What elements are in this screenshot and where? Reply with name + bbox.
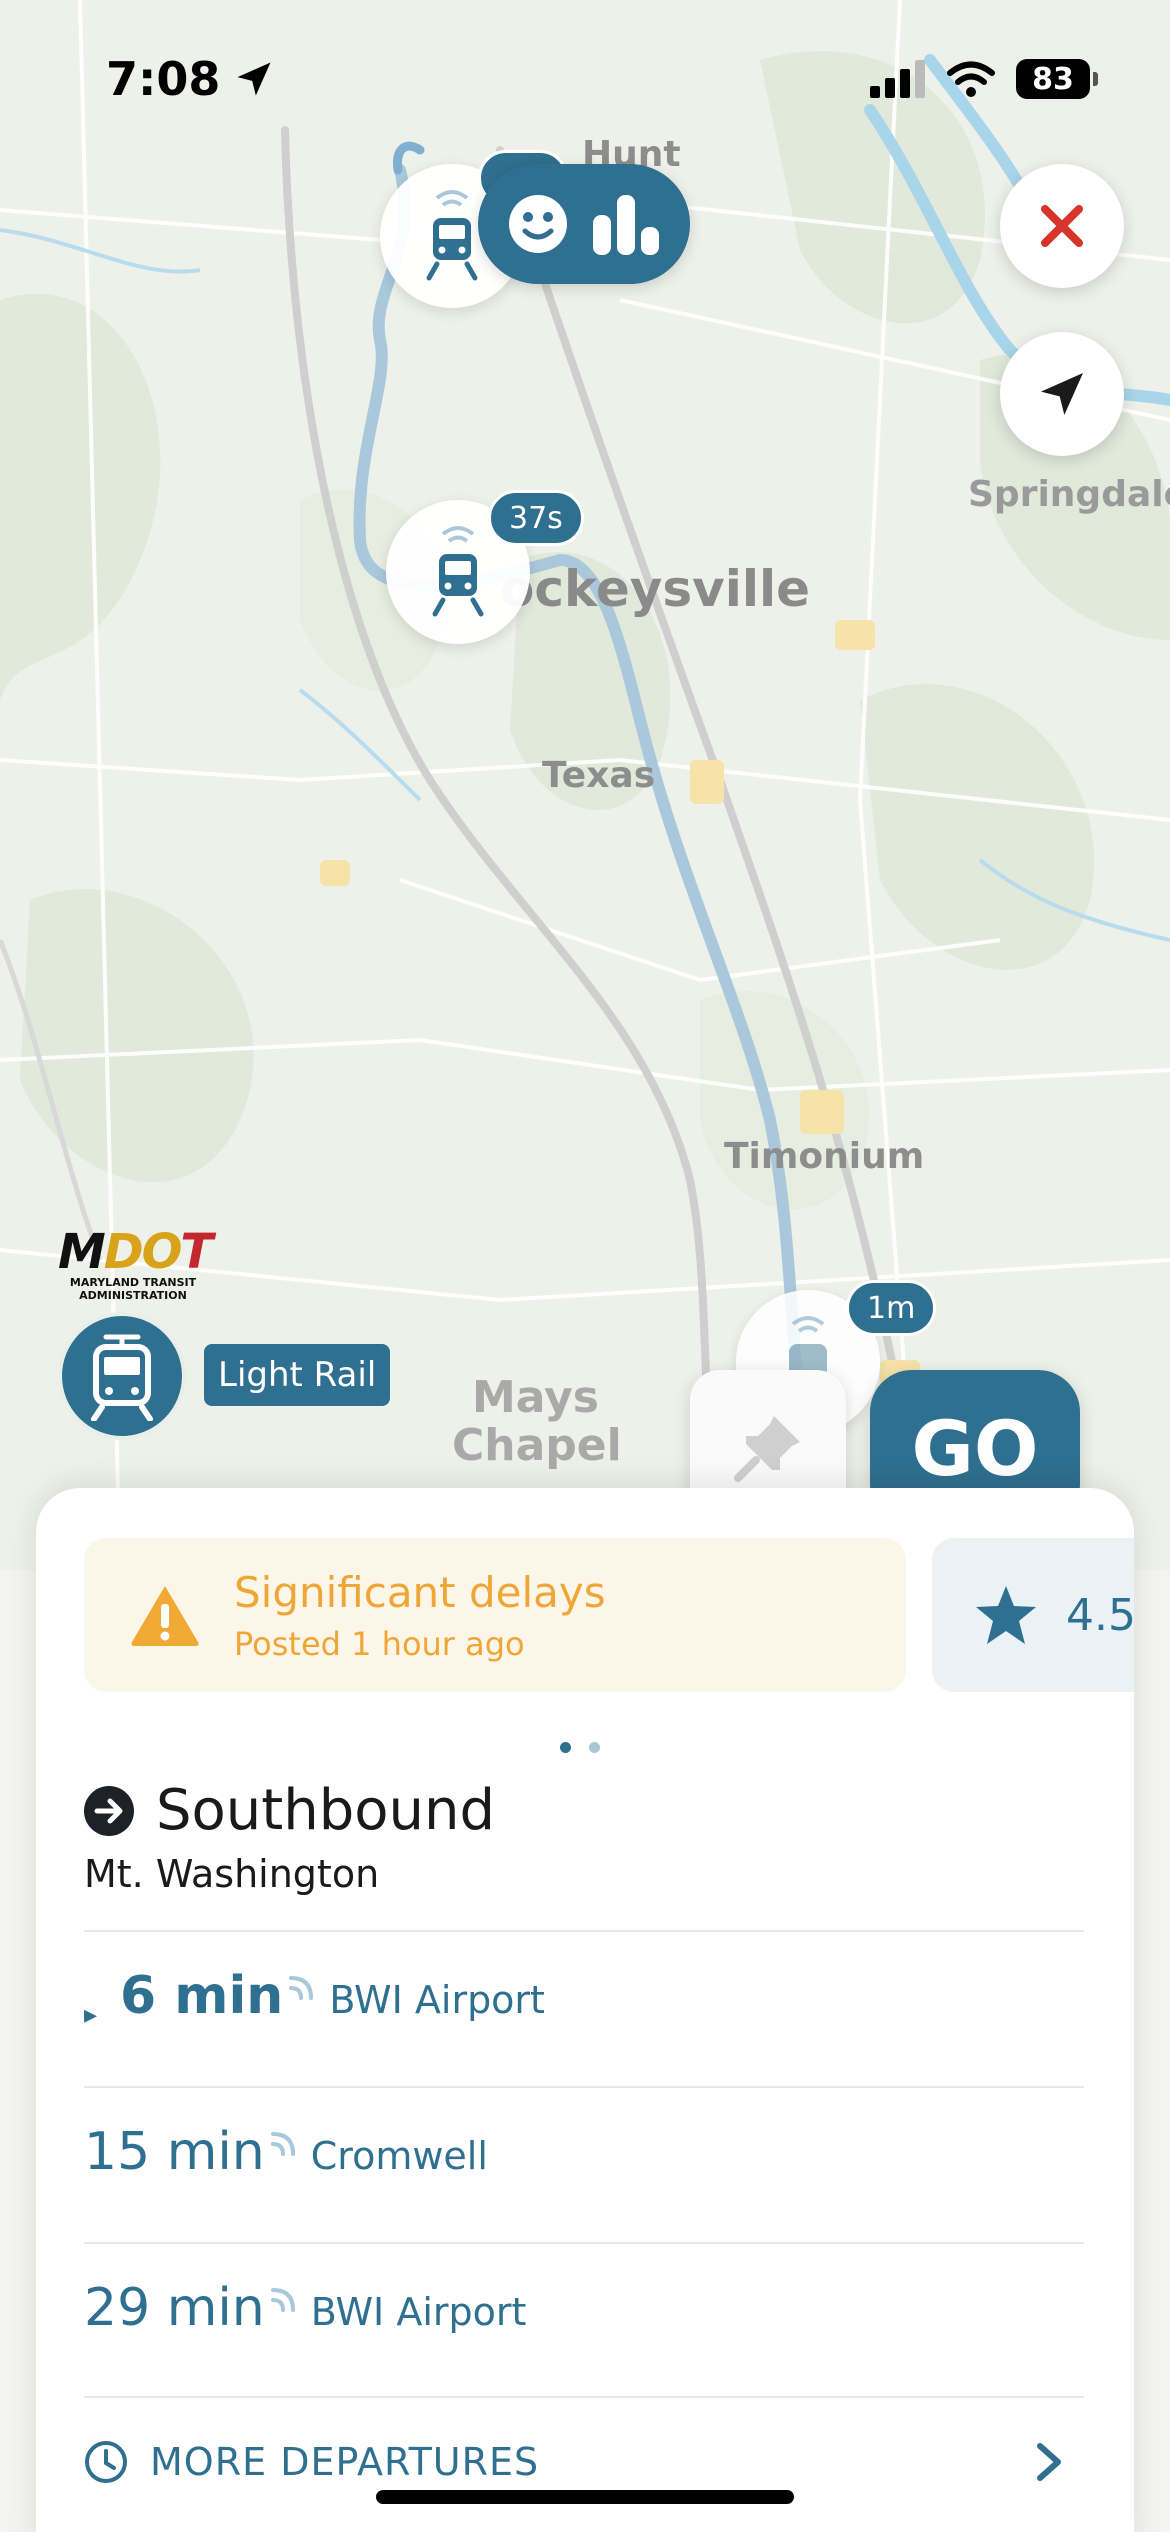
rating-card[interactable]: 4.5: [932, 1538, 1134, 1692]
more-departures-button[interactable]: MORE DEPARTURES: [84, 2440, 1124, 2484]
tram-icon: [91, 1334, 153, 1421]
stop-name: Mt. Washington: [84, 1852, 380, 1896]
divider: [84, 2086, 1084, 2088]
cellular-signal-icon: [870, 60, 925, 98]
location-arrow-icon: [1041, 373, 1083, 415]
bar-chart-icon: [593, 195, 659, 255]
alert-posted-time: Posted 1 hour ago: [234, 1624, 525, 1663]
departure-row[interactable]: 15 min Cromwell: [84, 2122, 1084, 2218]
route-mode-icon[interactable]: [58, 1312, 186, 1440]
caret-right-icon: ▸: [84, 1998, 98, 2029]
clock: 7:08: [106, 52, 221, 106]
operator-logo-line2: ADMINISTRATION: [79, 1289, 187, 1302]
direction-header[interactable]: Southbound: [84, 1778, 495, 1843]
arrow-circle-right-icon: [84, 1785, 134, 1836]
operator-logo-mark: MDOT: [58, 1224, 213, 1280]
status-indicators: 83: [870, 44, 1098, 114]
place-label-texas: Texas: [542, 755, 656, 796]
battery-icon: 83: [1016, 59, 1098, 99]
departure-destination: BWI Airport: [310, 2290, 527, 2334]
service-alert-card[interactable]: Significant delays Posted 1 hour ago: [84, 1538, 906, 1692]
tram-icon: [432, 526, 484, 617]
pager-dot[interactable]: [589, 1742, 600, 1753]
map-view[interactable]: Hunt Springdale ockeysville Texas Timoni…: [0, 0, 1170, 1570]
vehicle-eta-badge: 37s: [488, 490, 584, 546]
home-indicator[interactable]: [376, 2490, 794, 2504]
alert-title: Significant delays: [234, 1567, 606, 1617]
realtime-signal-icon: [270, 2132, 295, 2156]
status-time: 7:08: [106, 44, 276, 114]
departure-time: 15 min: [84, 2122, 265, 2182]
place-label-chapel: Chapel: [452, 1420, 622, 1471]
departure-row[interactable]: ▸ 6 min BWI Airport: [84, 1966, 1084, 2062]
chevron-right-icon: [1037, 2443, 1061, 2481]
departure-time: 6 min: [120, 1966, 284, 2026]
operator-logo-line1: MARYLAND TRANSIT: [69, 1276, 197, 1289]
realtime-signal-icon: [270, 2288, 295, 2312]
route-name-label[interactable]: Light Rail: [204, 1344, 391, 1406]
realtime-signal-icon: [289, 1976, 314, 2000]
location-services-icon: [237, 62, 271, 96]
pushpin-icon: [734, 1416, 800, 1482]
more-departures-label: MORE DEPARTURES: [150, 2440, 540, 2484]
star-icon: [976, 1586, 1036, 1644]
card-pager[interactable]: [560, 1742, 600, 1753]
divider: [84, 1930, 1084, 1932]
divider: [84, 2242, 1084, 2244]
departure-row[interactable]: 29 min BWI Airport: [84, 2278, 1084, 2374]
clock-icon: [85, 2441, 127, 2483]
departure-time: 29 min: [84, 2278, 265, 2338]
close-icon: [1041, 205, 1083, 247]
departure-destination: Cromwell: [310, 2134, 488, 2178]
direction-title: Southbound: [156, 1778, 496, 1843]
wifi-icon: [947, 61, 995, 97]
place-label-mays: Mays: [472, 1372, 599, 1423]
place-label-cockeysville: ockeysville: [500, 560, 811, 618]
warning-icon: [131, 1586, 199, 1646]
vehicle-eta-badge: 1m: [846, 1280, 937, 1336]
place-label-timonium: Timonium: [724, 1136, 925, 1177]
crowdsourcing-button[interactable]: [478, 164, 690, 284]
route-details-sheet[interactable]: Significant delays Posted 1 hour ago 4.5…: [36, 1488, 1134, 2532]
battery-level: 83: [1032, 61, 1074, 97]
rating-value: 4.5: [1066, 1589, 1134, 1641]
divider: [84, 2396, 1084, 2398]
locate-me-button[interactable]: [1000, 332, 1124, 456]
close-button[interactable]: [1000, 164, 1124, 288]
pager-dot[interactable]: [560, 1742, 571, 1753]
operator-logo: MDOT MARYLAND TRANSIT ADMINISTRATION: [58, 1228, 218, 1302]
departure-destination: BWI Airport: [329, 1978, 545, 2022]
place-label-springdale: Springdale: [968, 474, 1170, 515]
smiley-icon: [509, 195, 567, 253]
